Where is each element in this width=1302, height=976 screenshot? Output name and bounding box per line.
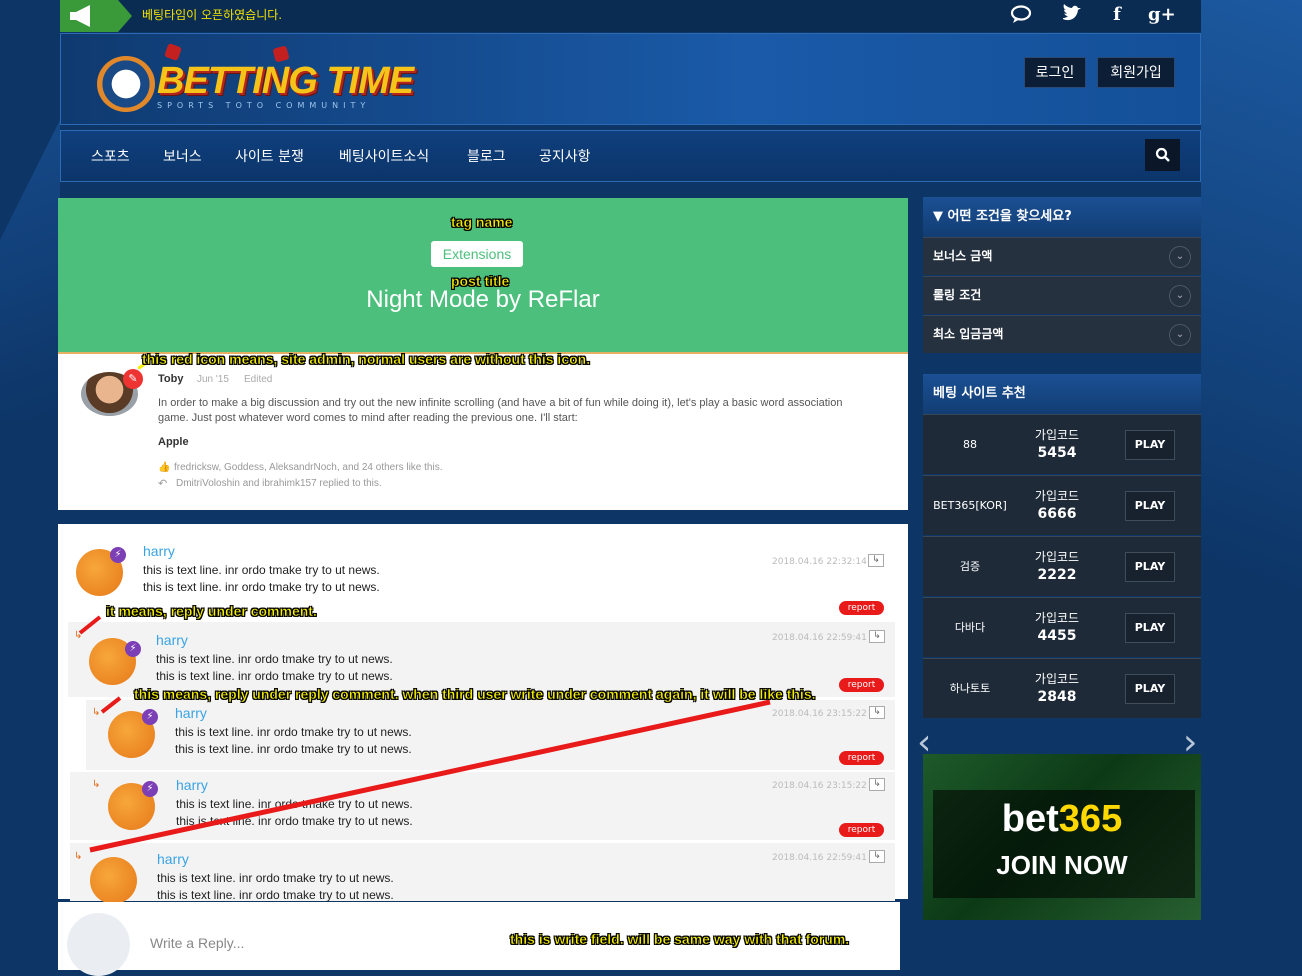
ad-brand-b: 365 bbox=[1058, 798, 1123, 840]
site-row: 하나토토 가입코드 2848 PLAY bbox=[923, 658, 1201, 718]
chevron-down-icon[interactable]: ⌄ bbox=[1169, 324, 1191, 346]
code-value: 5454 bbox=[1037, 445, 1077, 461]
code-label: 가입코드 bbox=[1034, 489, 1080, 503]
code-value: 4455 bbox=[1037, 628, 1077, 644]
site-row: BET365[KOR] 가입코드 6666 PLAY bbox=[923, 475, 1201, 535]
google-plus-icon[interactable]: g+ bbox=[1148, 4, 1176, 26]
annotation-reply-reply: this means, reply under reply comment. w… bbox=[134, 686, 816, 702]
site-row: 검증 가입코드 2222 PLAY bbox=[923, 536, 1201, 596]
play-button[interactable]: PLAY bbox=[1125, 430, 1175, 460]
filter-label: 롤링 조건 bbox=[933, 288, 982, 302]
site-name[interactable]: BET365[KOR] bbox=[923, 476, 1017, 536]
play-button[interactable]: PLAY bbox=[1125, 613, 1175, 643]
filter-item[interactable]: 롤링 조건 ⌄ bbox=[923, 276, 1201, 314]
page: { "topbar": { "notice": "베팅타임이 오픈하였습니다."… bbox=[0, 0, 1302, 976]
chevron-down-icon[interactable]: ⌄ bbox=[1169, 285, 1191, 307]
code-value: 6666 bbox=[1037, 506, 1077, 522]
annotation-lines bbox=[78, 615, 771, 853]
filter-item[interactable]: 보너스 금액 ⌄ bbox=[923, 237, 1201, 275]
site-name[interactable]: 다바다 bbox=[923, 598, 1017, 658]
signup-button[interactable]: 회원가입 bbox=[1097, 57, 1175, 88]
reply-input[interactable]: Write a Reply... bbox=[150, 935, 244, 951]
play-button[interactable]: PLAY bbox=[1125, 674, 1175, 704]
play-button[interactable]: PLAY bbox=[1125, 491, 1175, 521]
ad-brand-a: bet bbox=[1001, 798, 1059, 840]
site-row: 88 가입코드 5454 PLAY bbox=[923, 414, 1201, 474]
code-value: 2222 bbox=[1037, 567, 1077, 583]
annotation-write-field: this is write field. will be same way wi… bbox=[510, 931, 850, 947]
chat-icon[interactable] bbox=[1009, 4, 1035, 26]
site-row: 다바다 가입코드 4455 PLAY bbox=[923, 597, 1201, 657]
filter-label: 보너스 금액 bbox=[933, 249, 993, 263]
bg-stripe-right bbox=[1201, 0, 1302, 970]
recommend-widget-header: 베팅 사이트 추천 bbox=[923, 374, 1201, 414]
chevron-down-icon[interactable]: ⌄ bbox=[1169, 246, 1191, 268]
filter-widget-header: ▼ 어떤 조건을 찾으세요? bbox=[923, 197, 1201, 237]
filter-label: 최소 입금금액 bbox=[933, 327, 1004, 341]
twitter-icon[interactable] bbox=[1059, 4, 1085, 26]
code-label: 가입코드 bbox=[1034, 672, 1080, 686]
code-value: 2848 bbox=[1037, 689, 1077, 705]
filter-title: 어떤 조건을 찾으세요? bbox=[947, 209, 1072, 224]
site-name[interactable]: 하나토토 bbox=[923, 659, 1017, 719]
login-button[interactable]: 로그인 bbox=[1024, 57, 1086, 88]
facebook-icon[interactable]: f bbox=[1104, 4, 1130, 26]
site-name[interactable]: 88 bbox=[923, 415, 1017, 475]
annotation-reply-comment: it means, reply under comment. bbox=[106, 603, 317, 619]
play-button[interactable]: PLAY bbox=[1125, 552, 1175, 582]
ad-brand-logo: bet365 bbox=[923, 798, 1201, 841]
code-label: 가입코드 bbox=[1034, 428, 1080, 442]
search-icon bbox=[1155, 147, 1170, 162]
filter-icon: ▼ bbox=[933, 209, 943, 224]
join-now-button[interactable]: JOIN NOW bbox=[923, 850, 1201, 881]
avatar bbox=[67, 913, 130, 976]
filter-item[interactable]: 최소 입금금액 ⌄ bbox=[923, 315, 1201, 353]
search-button[interactable] bbox=[1145, 139, 1180, 171]
code-label: 가입코드 bbox=[1034, 550, 1080, 564]
code-label: 가입코드 bbox=[1034, 611, 1080, 625]
site-name[interactable]: 검증 bbox=[923, 537, 1017, 597]
